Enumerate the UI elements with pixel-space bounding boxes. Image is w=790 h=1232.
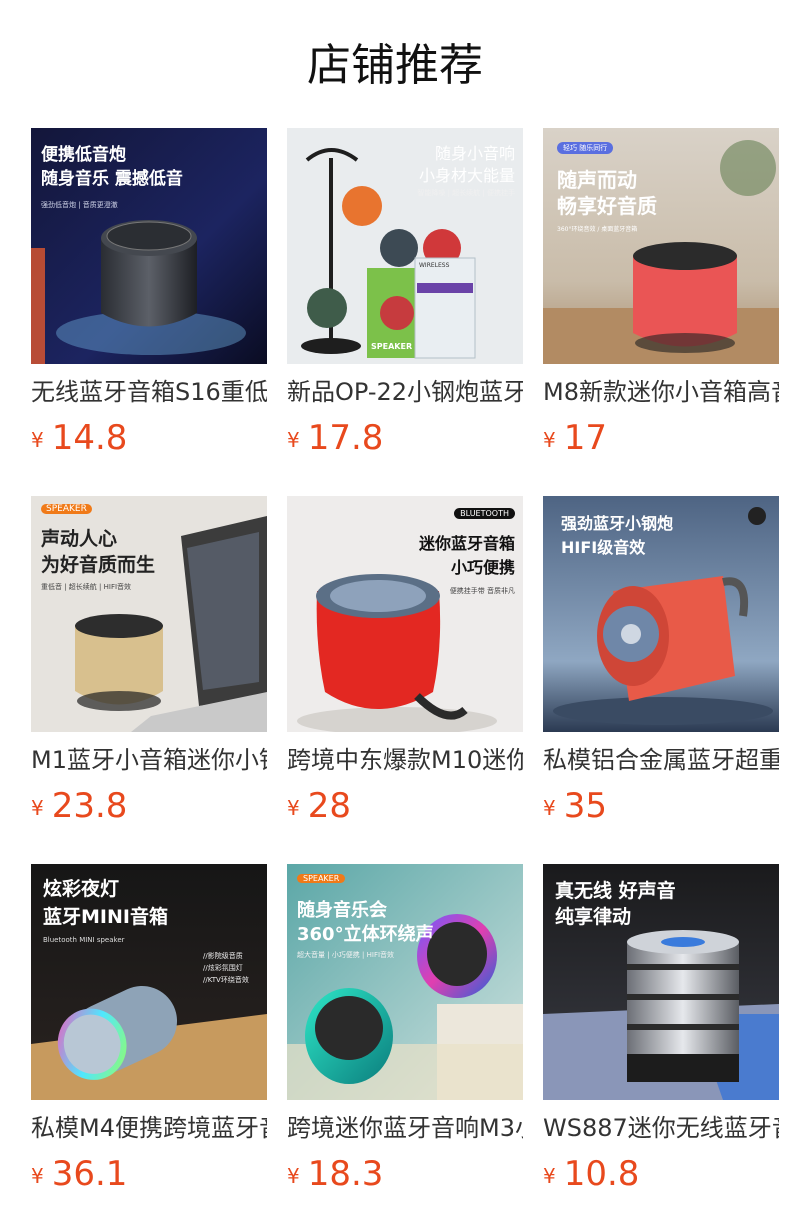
currency-symbol: ¥ — [31, 796, 44, 820]
currency-symbol: ¥ — [31, 428, 44, 452]
product-image[interactable]: 轻巧 随乐同行 随声而动 畅享好音质 360°环绕音效 / 桌面蓝牙音箱 — [543, 128, 779, 364]
image-tag: 轻巧 随乐同行 — [557, 142, 614, 154]
product-name[interactable]: 无线蓝牙音箱S16重低音 — [31, 374, 267, 410]
currency-symbol: ¥ — [287, 428, 300, 452]
product-image[interactable]: 随身小音响 小身材大能量 智能降噪 | 超长续航 | 便携挂手 WIRELESS… — [287, 128, 523, 364]
product-price: ¥18.3 — [287, 1152, 383, 1196]
image-headline: 迷你蓝牙音箱 — [418, 534, 515, 553]
product-card[interactable]: SPEAKER 随身音乐会 360°立体环绕声 超大音量 | 小巧便携 | HI… — [287, 864, 523, 1204]
image-headline: 强劲蓝牙小钢炮 — [561, 514, 674, 533]
feature-list: //影院级音质 //炫彩氛围灯 //KTV环绕音效 — [203, 950, 249, 986]
product-name[interactable]: M8新款迷你小音箱高音质 — [543, 374, 779, 410]
price-value: 35 — [563, 786, 607, 826]
product-name[interactable]: 新品OP-22小钢炮蓝牙音箱 — [287, 374, 523, 410]
currency-symbol: ¥ — [31, 1164, 44, 1188]
product-name[interactable]: 私模铝合金属蓝牙超重低音 — [543, 742, 779, 778]
price-value: 28 — [307, 786, 351, 826]
image-caption: 重低音 | 超长续航 | HIFI音效 — [41, 583, 132, 591]
product-grid: 便携低音炮 随身音乐 震撼低音 强劲低音炮 | 音质更澄澈 无线蓝牙音箱S16重… — [0, 0, 790, 1232]
price-value: 17 — [563, 418, 607, 458]
image-caption: Bluetooth MINI speaker — [43, 936, 125, 944]
image-subheadline: 蓝牙MINI音箱 — [43, 906, 168, 928]
image-headline: 随身小音响 — [434, 144, 515, 163]
image-subheadline: 纯享律动 — [555, 906, 632, 928]
image-tag: BLUETOOTH — [454, 508, 515, 519]
product-price: ¥17.8 — [287, 416, 383, 460]
product-price: ¥35 — [543, 784, 607, 828]
currency-symbol: ¥ — [543, 796, 556, 820]
product-card[interactable]: BLUETOOTH 迷你蓝牙音箱 小巧便携 便携挂手带 音质非凡 跨境中东爆款M… — [287, 496, 523, 836]
box-top-label: WIRELESS — [419, 262, 450, 269]
box-label: SPEAKER — [371, 342, 413, 351]
product-name[interactable]: M1蓝牙小音箱迷你小钢炮 — [31, 742, 267, 778]
image-headline: 真无线 好声音 — [555, 880, 676, 902]
product-image[interactable]: 真无线 好声音 纯享律动 — [543, 864, 779, 1100]
product-card[interactable]: 随身小音响 小身材大能量 智能降噪 | 超长续航 | 便携挂手 WIRELESS… — [287, 128, 523, 468]
price-value: 14.8 — [51, 418, 128, 458]
product-card[interactable]: 便携低音炮 随身音乐 震撼低音 强劲低音炮 | 音质更澄澈 无线蓝牙音箱S16重… — [31, 128, 267, 468]
product-name[interactable]: 私模M4便携跨境蓝牙音箱 — [31, 1110, 267, 1146]
image-headline: 声动人心 — [41, 528, 118, 550]
image-headline: 炫彩夜灯 — [43, 878, 120, 900]
price-value: 10.8 — [563, 1154, 640, 1194]
image-headline: 随身音乐会 — [297, 900, 387, 921]
image-subheadline: 360°立体环绕声 — [297, 924, 434, 945]
feature-item: //影院级音质 — [203, 952, 243, 960]
image-subheadline: 小巧便携 — [450, 558, 515, 577]
image-caption: 强劲低音炮 | 音质更澄澈 — [41, 201, 118, 209]
product-card[interactable]: 炫彩夜灯 蓝牙MINI音箱 Bluetooth MINI speaker //影… — [31, 864, 267, 1204]
product-price: ¥28 — [287, 784, 351, 828]
image-headline: 便携低音炮 — [41, 145, 126, 165]
product-image[interactable]: 便携低音炮 随身音乐 震撼低音 强劲低音炮 | 音质更澄澈 — [31, 128, 267, 364]
product-image[interactable]: 强劲蓝牙小钢炮 HIFI级音效 — [543, 496, 779, 732]
product-price: ¥36.1 — [31, 1152, 127, 1196]
currency-symbol: ¥ — [543, 1164, 556, 1188]
product-card[interactable]: 轻巧 随乐同行 随声而动 畅享好音质 360°环绕音效 / 桌面蓝牙音箱 M8新… — [543, 128, 779, 468]
price-value: 23.8 — [51, 786, 128, 826]
image-subheadline: 畅享好音质 — [557, 194, 657, 218]
product-card[interactable]: SPEAKER 声动人心 为好音质而生 重低音 | 超长续航 | HIFI音效 … — [31, 496, 267, 836]
currency-symbol: ¥ — [287, 1164, 300, 1188]
product-card[interactable]: 真无线 好声音 纯享律动 WS887迷你无线蓝牙音箱 ¥10.8 — [543, 864, 779, 1204]
feature-item: //KTV环绕音效 — [203, 976, 249, 984]
image-caption: 便携挂手带 音质非凡 — [449, 587, 515, 595]
image-subheadline: HIFI级音效 — [561, 538, 646, 557]
product-image[interactable]: SPEAKER 随身音乐会 360°立体环绕声 超大音量 | 小巧便携 | HI… — [287, 864, 523, 1100]
price-value: 36.1 — [51, 1154, 128, 1194]
image-caption: 360°环绕音效 / 桌面蓝牙音箱 — [557, 226, 638, 233]
image-caption: 超大音量 | 小巧便携 | HIFI音效 — [297, 951, 395, 959]
image-headline: 随声而动 — [557, 168, 637, 192]
feature-item: //炫彩氛围灯 — [203, 964, 243, 972]
product-price: ¥17 — [543, 416, 607, 460]
product-name[interactable]: 跨境迷你蓝牙音响M3小钢炮 — [287, 1110, 523, 1146]
image-caption: 智能降噪 | 超长续航 | 便携挂手 — [417, 189, 515, 197]
price-value: 17.8 — [307, 418, 384, 458]
product-price: ¥23.8 — [31, 784, 127, 828]
product-image[interactable]: SPEAKER 声动人心 为好音质而生 重低音 | 超长续航 | HIFI音效 — [31, 496, 267, 732]
price-value: 18.3 — [307, 1154, 384, 1194]
product-name[interactable]: 跨境中东爆款M10迷你音箱 — [287, 742, 523, 778]
product-price: ¥10.8 — [543, 1152, 639, 1196]
product-name[interactable]: WS887迷你无线蓝牙音箱 — [543, 1110, 779, 1146]
currency-symbol: ¥ — [543, 428, 556, 452]
product-image[interactable]: BLUETOOTH 迷你蓝牙音箱 小巧便携 便携挂手带 音质非凡 — [287, 496, 523, 732]
image-subheadline: 为好音质而生 — [41, 554, 156, 576]
product-image[interactable]: 炫彩夜灯 蓝牙MINI音箱 Bluetooth MINI speaker //影… — [31, 864, 267, 1100]
image-tag: SPEAKER — [41, 504, 92, 514]
image-subheadline: 随身音乐 震撼低音 — [41, 169, 183, 189]
product-price: ¥14.8 — [31, 416, 127, 460]
product-card[interactable]: 强劲蓝牙小钢炮 HIFI级音效 私模铝合金属蓝牙超重低音 ¥35 — [543, 496, 779, 836]
image-tag: SPEAKER — [297, 874, 346, 883]
image-subheadline: 小身材大能量 — [418, 166, 515, 185]
currency-symbol: ¥ — [287, 796, 300, 820]
